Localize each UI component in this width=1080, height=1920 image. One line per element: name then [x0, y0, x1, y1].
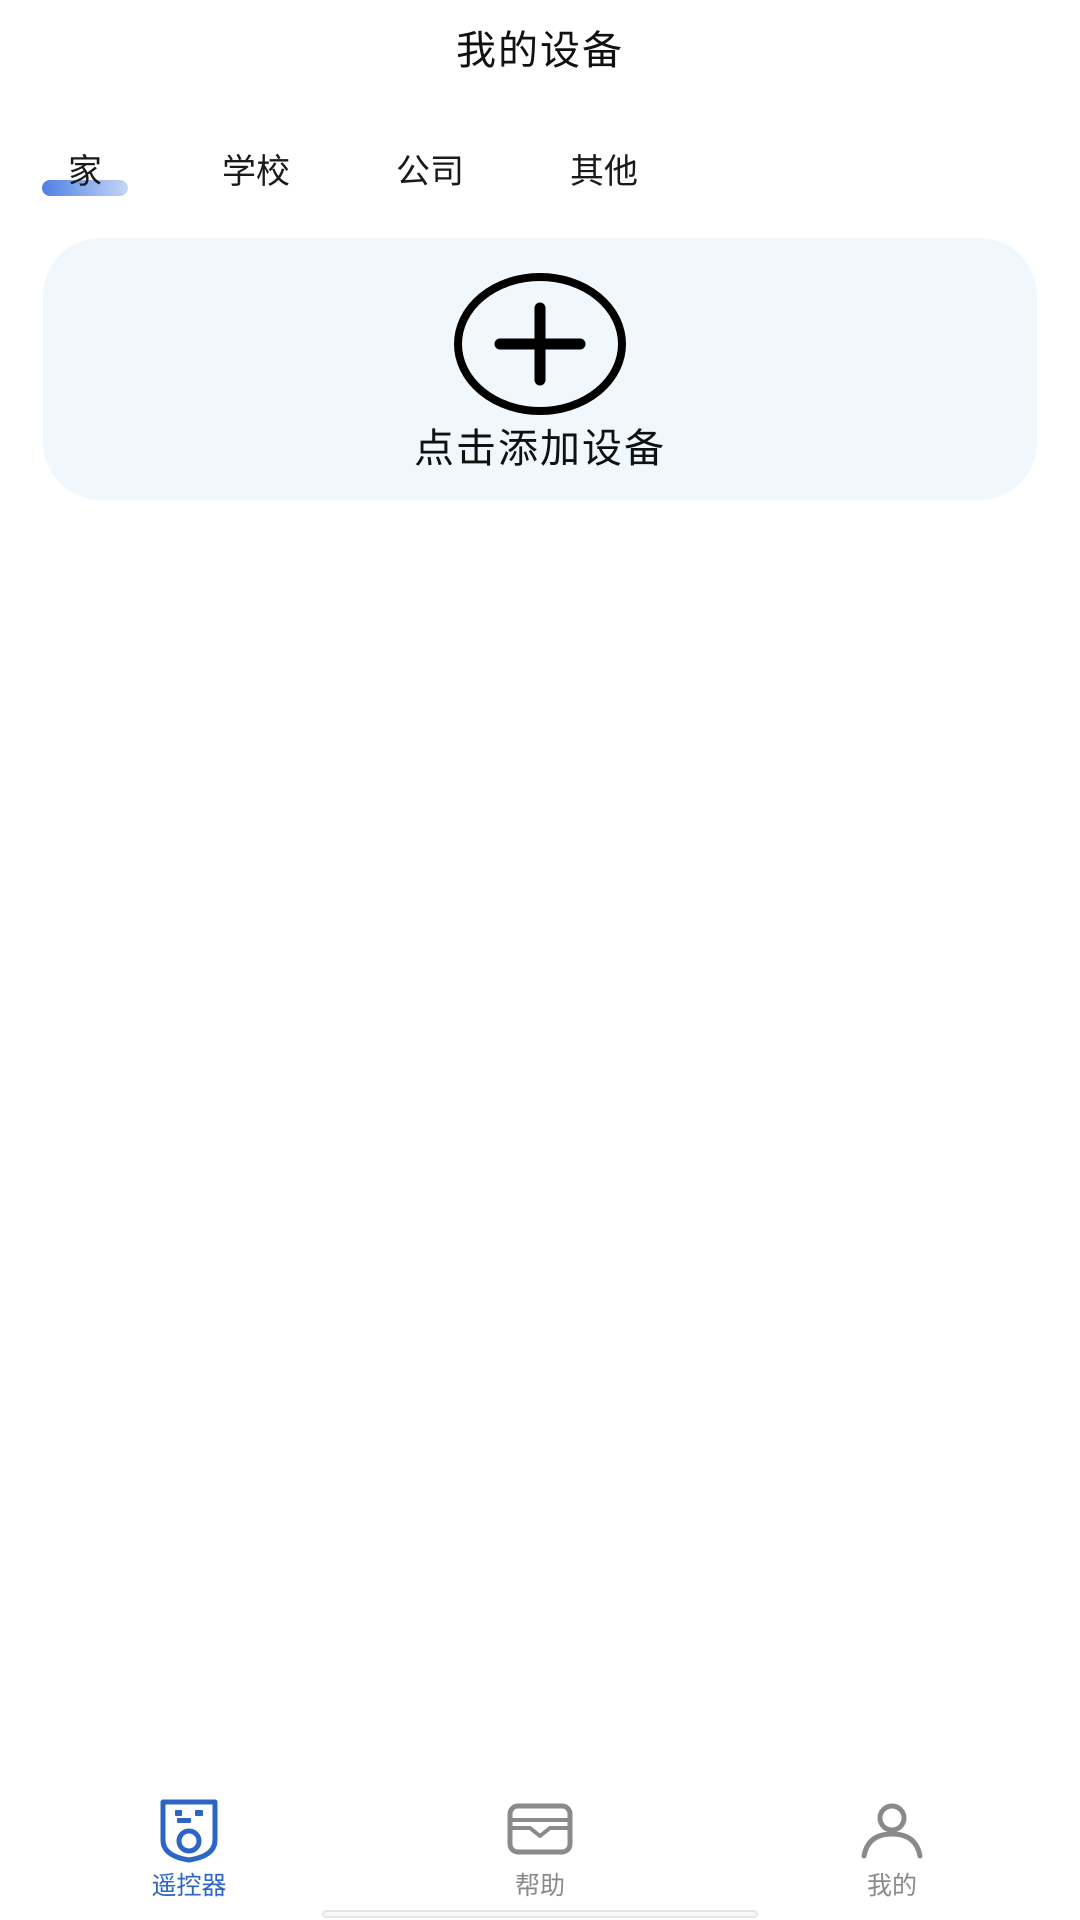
- add-device-button[interactable]: 点击添加设备: [43, 238, 1037, 500]
- bottom-navigation: 遥控器 帮助 我的: [0, 1780, 1080, 1900]
- tab-school-label: 学校: [222, 152, 290, 192]
- help-card-icon: [507, 1803, 573, 1855]
- nav-help-label: 帮助: [514, 1871, 565, 1900]
- remote-control-icon: [160, 1799, 218, 1863]
- tab-company[interactable]: 公司: [386, 140, 474, 210]
- tab-other[interactable]: 其他: [560, 140, 648, 210]
- user-profile-icon: [861, 1803, 923, 1859]
- tab-school[interactable]: 学校: [212, 140, 300, 210]
- plus-circle-icon: [454, 273, 626, 415]
- nav-mine-label: 我的: [866, 1871, 917, 1900]
- tab-company-label: 公司: [396, 152, 464, 192]
- home-indicator-bar[interactable]: [322, 1910, 758, 1918]
- tab-home[interactable]: 家: [40, 140, 130, 210]
- add-device-label: 点击添加设备: [414, 426, 666, 472]
- nav-help[interactable]: 帮助: [440, 1780, 640, 1900]
- nav-remote-control[interactable]: 遥控器: [89, 1780, 289, 1900]
- nav-remote-control-label: 遥控器: [151, 1871, 227, 1900]
- location-tabs: 家 学校 公司 其他: [40, 140, 1040, 210]
- tab-home-label: 家: [68, 152, 102, 192]
- page-title: 我的设备: [456, 28, 624, 74]
- nav-mine[interactable]: 我的: [792, 1780, 992, 1900]
- tab-other-label: 其他: [570, 152, 638, 192]
